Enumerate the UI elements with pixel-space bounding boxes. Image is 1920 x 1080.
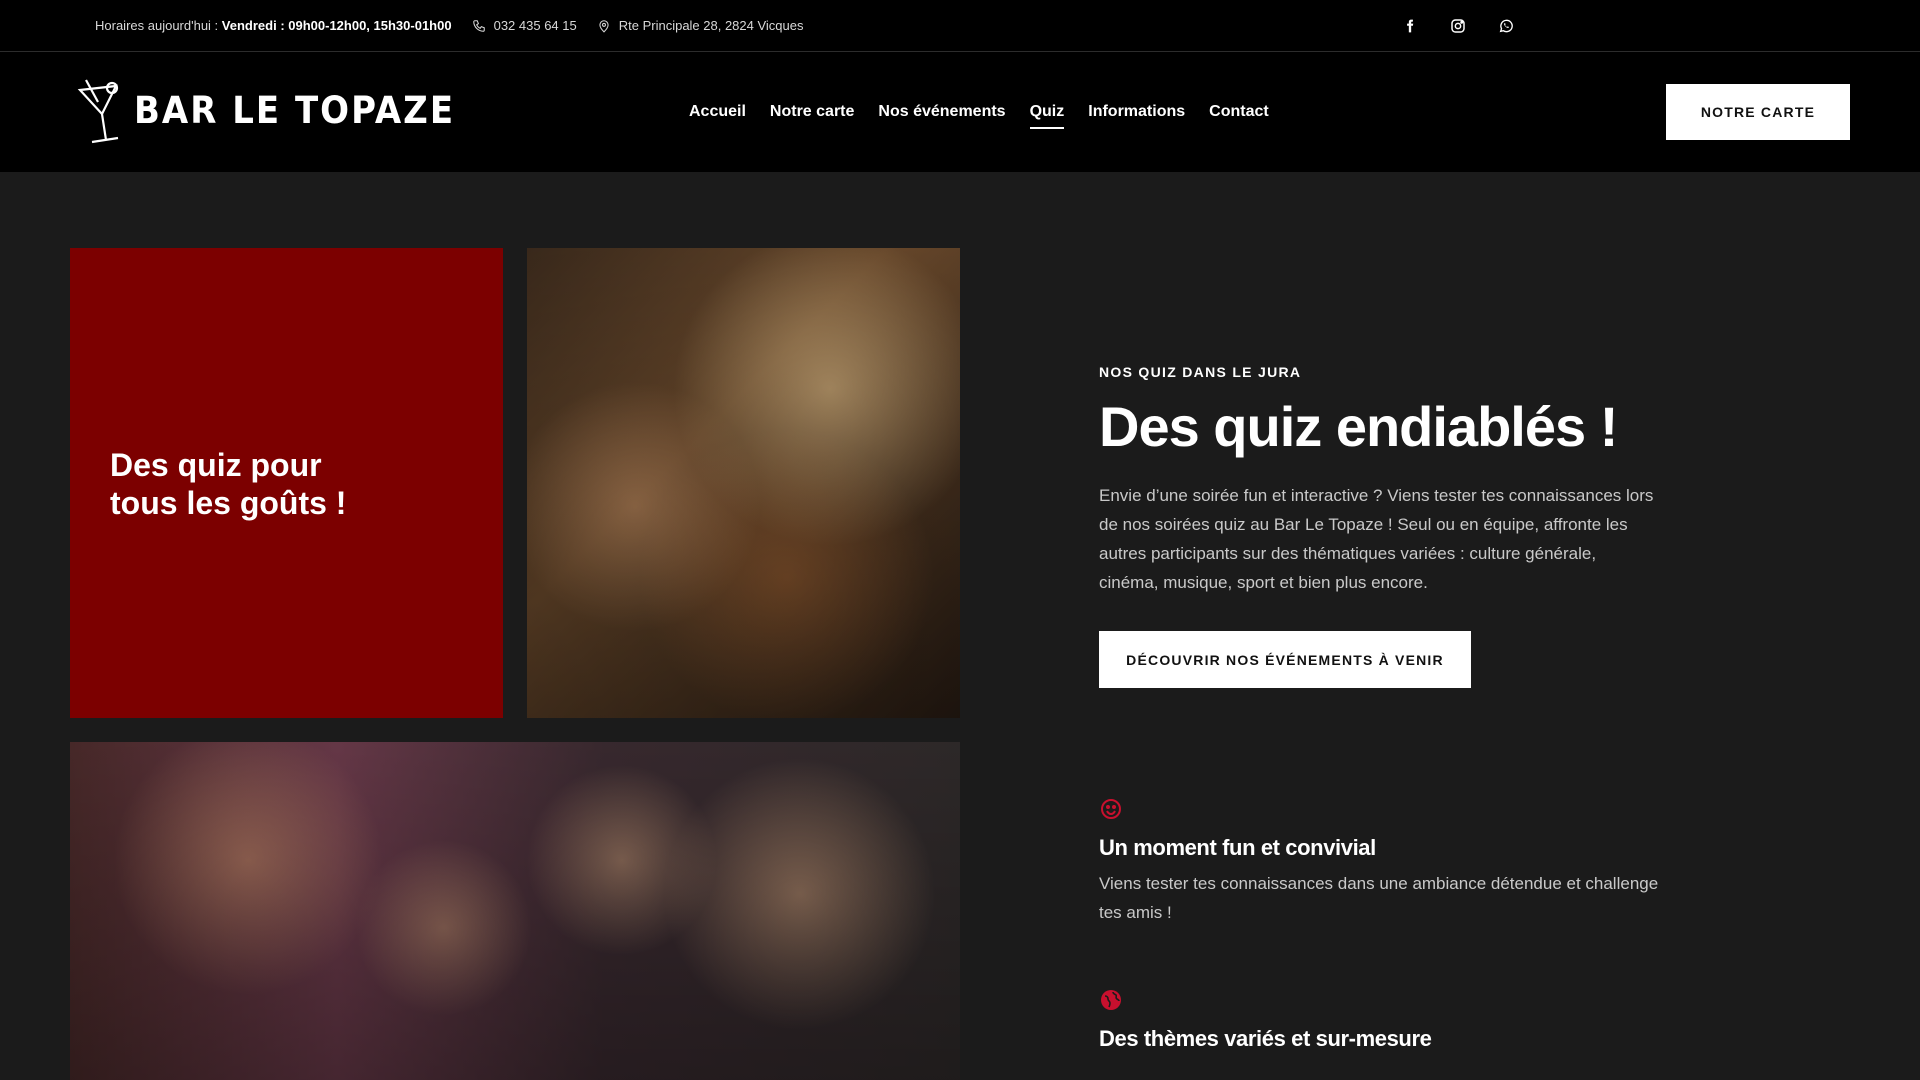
phone-link[interactable]: 032 435 64 15 — [472, 18, 577, 33]
social-links — [1400, 0, 1516, 51]
quiz-hero-section: Des quiz pour tous les goûts ! NOS QUIZ … — [0, 172, 1920, 1080]
intro-paragraph: Envie d’une soirée fun et interactive ? … — [1099, 486, 1654, 592]
hours-prefix: Horaires aujourd'hui : — [95, 18, 219, 33]
promo-card-text: Des quiz pour tous les goûts ! — [110, 447, 347, 521]
main-nav: Accueil Notre carte Nos événements Quiz … — [689, 52, 1269, 172]
promo-card: Des quiz pour tous les goûts ! — [70, 248, 503, 718]
brand-name: BAR LE TOPAZE — [134, 89, 456, 133]
logo[interactable]: BAR LE TOPAZE — [72, 76, 455, 146]
nav-notre-carte[interactable]: Notre carte — [770, 97, 854, 127]
feature-themes: Des thèmes variés et sur-mesure — [1099, 988, 1659, 1060]
hours-value: Vendredi : 09h00-12h00, 15h30-01h00 — [221, 18, 452, 33]
nav-informations[interactable]: Informations — [1088, 97, 1185, 127]
men-cheering-bar-photo — [70, 742, 960, 1080]
whatsapp-icon[interactable] — [1496, 16, 1516, 36]
cocktail-glass-icon — [77, 79, 119, 144]
opening-hours: Horaires aujourd'hui : Vendredi : 09h00-… — [95, 18, 452, 33]
feature-title: Des thèmes variés et sur-mesure — [1099, 1026, 1432, 1051]
section-eyebrow: NOS QUIZ DANS LE JURA — [1099, 364, 1302, 380]
location-pin-icon — [599, 19, 609, 33]
page-title: Des quiz endiablés ! — [1099, 395, 1618, 458]
feature-text: Viens tester tes connaissances dans une … — [1099, 874, 1659, 922]
top-info-left: Horaires aujourd'hui : Vendredi : 09h00-… — [95, 0, 804, 51]
phone-icon — [472, 19, 485, 32]
top-info-bar: Horaires aujourd'hui : Vendredi : 09h00-… — [0, 0, 1920, 52]
address-link[interactable]: Rte Principale 28, 2824 Vicques — [597, 18, 804, 33]
address-text: Rte Principale 28, 2824 Vicques — [618, 18, 804, 33]
facebook-icon[interactable] — [1400, 16, 1420, 36]
main-header: BAR LE TOPAZE Accueil Notre carte Nos év… — [0, 52, 1920, 172]
nav-nos-evenements[interactable]: Nos événements — [878, 97, 1005, 127]
discover-events-button[interactable]: DÉCOUVRIR NOS ÉVÉNEMENTS À VENIR — [1099, 631, 1471, 688]
feature-title: Un moment fun et convivial — [1099, 835, 1376, 860]
instagram-icon[interactable] — [1448, 16, 1468, 36]
feature-fun: Un moment fun et convivial Viens tester … — [1099, 797, 1659, 927]
friends-cheering-photo — [527, 248, 960, 718]
smiley-icon — [1101, 799, 1121, 819]
nav-contact[interactable]: Contact — [1209, 97, 1269, 127]
nav-quiz[interactable]: Quiz — [1029, 97, 1064, 129]
nav-accueil[interactable]: Accueil — [689, 97, 746, 127]
notre-carte-button[interactable]: NOTRE CARTE — [1666, 84, 1850, 140]
phone-number: 032 435 64 15 — [493, 18, 577, 33]
globe-icon — [1101, 990, 1121, 1010]
